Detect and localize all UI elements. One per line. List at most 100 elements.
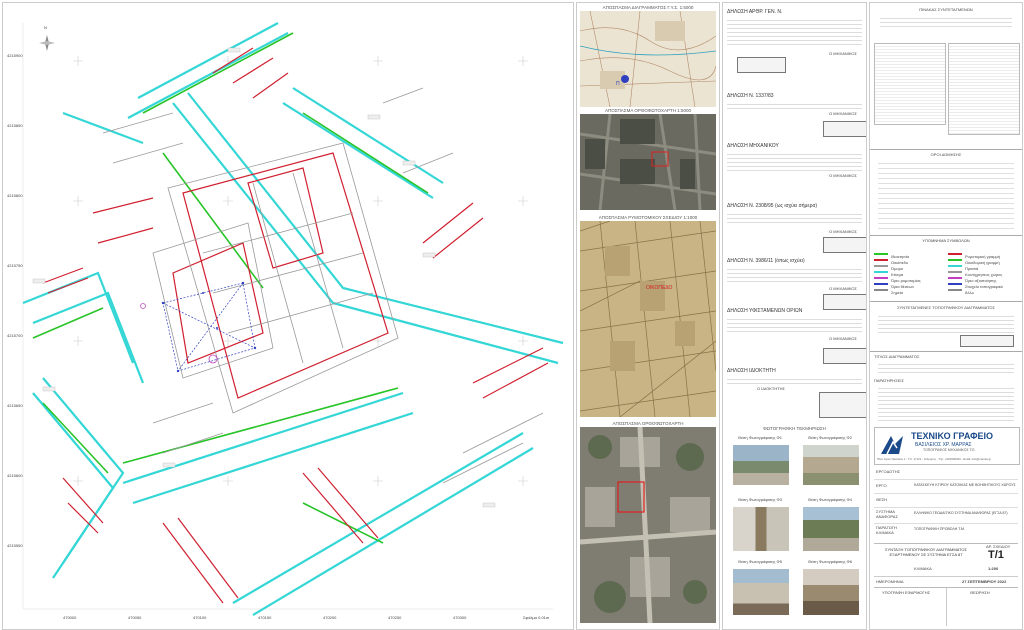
divider [870, 235, 1022, 236]
photo-label: Θέση Φωτογράφισης Φ2 [808, 435, 852, 440]
photo-1[interactable] [733, 445, 789, 485]
divider [874, 523, 1018, 524]
map1-caption: ΑΠΟΣΠΑΣΜΑ ΔΙΑΓΡΑΜΜΑΤΟΣ Γ.Υ.Σ. 1:5000 [602, 5, 694, 10]
photo-5[interactable] [733, 569, 789, 615]
declaration-text [727, 266, 862, 284]
stamp [823, 121, 866, 137]
date-row: ΗΜΕΡΟΜΗΝΙΑ 27 ΣΕΠΤΕΜΒΡΙΟΥ 2022 [874, 576, 1018, 587]
declaration-title: ΔΗΛΩΣΗ ΙΔΙΟΚΤΗΤΗ [727, 368, 776, 374]
building-terms-title: ΟΡΟΙ ΔΟΜΗΣΗΣ [930, 152, 962, 157]
declaration-sign: Ο ΙΔΙΟΚΤΗΤΗΣ [757, 386, 786, 391]
zoning-label: ΟΙΚΟΠΕΔΟ [646, 285, 673, 291]
photo-label: Θέση Φωτογράφισης Φ6 [808, 559, 852, 564]
y-tick: 4215600 [7, 473, 23, 478]
field-label: ΠΑΡΑΓΩΓΗ ΚΛΙΜΑΚΑ [876, 525, 897, 535]
orthophoto-extract[interactable] [580, 114, 716, 210]
firm-logo-icon [879, 434, 905, 456]
drawing-title: ΣΥΝΤΑΞΗ ΤΟΠΟΓΡΑΦΙΚΟΥ ΔΙΑΓΡΑΜΜΑΤΟΣ ΕΞΑΡΤΗ… [885, 547, 967, 557]
scale-row: ΚΛΙΜΑΚΑ 1:200 [874, 565, 1018, 575]
study-text [878, 361, 1014, 373]
declaration-text [727, 316, 862, 334]
photo-4[interactable] [803, 507, 859, 551]
declaration-title: ΔΗΛΩΣΗ Ν. 3986/11 (όπως ισχύει) [727, 258, 805, 264]
divider [870, 351, 1022, 352]
plan-bottom-note: Σφάλμα 0.01m [523, 615, 550, 620]
x-tick: 470200 [323, 615, 337, 620]
title-fields: ΕΡΓΟΔΟΤΗΣ ΕΡΓΟ ΚΑΤΑΣΚΕΥΗ ΚΤΙΡΙΟΥ ΚΑΤΟΙΚΙ… [874, 465, 1018, 545]
declaration-sign: Ο ΜΗΧΑΝΙΚΟΣ [829, 173, 857, 178]
divider [874, 493, 1018, 494]
coordinates-table-left [874, 43, 946, 125]
field-value: ΕΛΛΗΝΙΚΟ ΓΕΩΔΑΙΤΙΚΟ ΣΥΣΤΗΜΑ ΑΝΑΦΟΡΑΣ (ΕΓ… [914, 511, 1008, 515]
remarks-title: ΠΑΡΑΤΗΡΗΣΕΙΣ [874, 378, 904, 383]
map3-caption: ΑΠΟΣΠΑΣΜΑ ΡΥΜΟΤΟΜΙΚΟΥ ΣΧΕΔΙΟΥ 1:1000 [598, 215, 698, 220]
declaration-title: ΔΗΛΩΣΗ Ν. 1337/83 [727, 93, 774, 99]
building-terms-text [878, 159, 1014, 229]
map2-caption: ΑΠΟΣΠΑΣΜΑ ΟΡΘΟΦΩΤΟΧΑΡΤΗ 1:5000 [605, 108, 691, 113]
stamp [823, 348, 866, 364]
coordinates-subtitle [880, 15, 1012, 29]
field-label: ΣΥΣΤΗΜΑ ΑΝΑΦΟΡΑΣ [876, 509, 898, 519]
y-tick: 4215850 [7, 123, 23, 128]
stamp [737, 57, 786, 73]
stamp [823, 237, 866, 253]
photo-label: Θέση Φωτογράφισης Φ3 [738, 497, 782, 502]
date-value: 27 ΣΕΠΤΕΜΒΡΙΟΥ 2022 [962, 579, 1007, 584]
y-tick: 4215700 [7, 333, 23, 338]
signature-left-label: ΥΠΟΓΡΑΦΗ ΕΦΑΡΜΟΓΗΣ [882, 590, 931, 595]
field-label: ΘΕΣΗ [876, 497, 888, 502]
declaration-block: ΔΗΛΩΣΗ ΙΔΙΟΚΤΗΤΗ Ο ΙΔΙΟΚΤΗΤΗΣ [727, 368, 866, 423]
legend: Ιδιοκτησία Οικόπεδο Όμορο Κτίσμα Όριο ρυ… [874, 245, 1018, 295]
photo-3[interactable] [733, 507, 789, 551]
y-tick: 4215650 [7, 403, 23, 408]
y-tick: 4215900 [7, 53, 23, 58]
maps-column: ΑΠΟΣΠΑΣΜΑ ΔΙΑΓΡΑΜΜΑΤΟΣ Γ.Υ.Σ. 1:5000 Π Α… [576, 2, 720, 630]
north-label: N [44, 25, 47, 30]
signature-row: ΥΠΟΓΡΑΦΗ ΕΦΑΡΜΟΓΗΣ ΘΕΩΡΗΣΗ [874, 587, 1018, 626]
declaration-sign: Ο ΜΗΧΑΝΙΚΟΣ [829, 111, 857, 116]
firm-address: Πλατ.Αγίου Νικολάου 1 - Τ.Κ. 17122 - Ν.Σ… [877, 457, 992, 461]
field-value: ΤΟΠΟΓΡΑΦΙΚΗ ΠΡΟΒΟΛΗ Τ.Μ. [914, 527, 965, 531]
drawing-title-box: ΣΥΝΤΑΞΗ ΤΟΠΟΓΡΑΦΙΚΟΥ ΔΙΑΓΡΑΜΜΑΤΟΣ ΕΞΑΡΤΗ… [874, 543, 1018, 566]
declaration-text [727, 151, 862, 173]
legend-title: ΥΠΟΜΝΗΜΑ ΣΥΜΒΟΛΩΝ [922, 238, 970, 243]
firm-role: ΤΟΠΟΓΡΑΦΟΣ ΜΗΧΑΝΙΚΟΣ Τ.Ε. [923, 448, 976, 452]
declaration-block: ΔΗΛΩΣΗ Ν. 1337/83 Ο ΜΗΧΑΝΙΚΟΣ [727, 93, 866, 143]
photo-label: Θέση Φωτογράφισης Φ1 [738, 435, 782, 440]
photo-2[interactable] [803, 445, 859, 485]
photo-6[interactable] [803, 569, 859, 615]
declaration-sign: Ο ΜΗΧΑΝΙΚΟΣ [829, 51, 857, 56]
plan-drawing [22, 22, 564, 616]
photo-grid: Θέση Φωτογράφισης Φ1 Θέση Φωτογράφισης Φ… [729, 435, 861, 625]
satellite-extract[interactable] [580, 427, 716, 623]
field-label: ΕΡΓΟ [876, 483, 887, 488]
declaration-text [727, 211, 862, 225]
sheet-number: Τ/1 [988, 549, 1004, 561]
bottom-coordinate-ticks: 470000 470050 470100 470150 470200 47025… [63, 615, 543, 623]
declaration-text [727, 376, 862, 384]
y-tick: 4215750 [7, 263, 23, 268]
title-block-column: ΠΙΝΑΚΑΣ ΣΥΝΤΕΤΑΓΜΕΝΩΝ ΟΡΟΙ ΔΟΜΗΣΗΣ ΥΠΟΜΝ… [869, 2, 1023, 630]
coordinate-section-text [878, 313, 1014, 333]
photo-label: Θέση Φωτογράφισης Φ5 [738, 559, 782, 564]
x-tick: 470050 [128, 615, 142, 620]
north-arrow-icon [39, 35, 55, 51]
x-tick: 470000 [63, 615, 77, 620]
divider [874, 507, 1018, 508]
x-tick: 470150 [258, 615, 272, 620]
field-value: ΚΑΤΑΣΚΕΥΗ ΚΤΙΡΙΟΥ ΚΑΤΟΙΚΙΑΣ ΜΕ ΒΟΗΘΗΤΙΚΟ… [914, 483, 1016, 487]
coordinates-table-right [948, 43, 1020, 135]
date-label: ΗΜΕΡΟΜΗΝΙΑ [876, 579, 904, 584]
declaration-text [727, 101, 862, 111]
stamp [960, 335, 1014, 347]
declaration-block: ΔΗΛΩΣΗ Ν. 3986/11 (όπως ισχύει) Ο ΜΗΧΑΝΙ… [727, 258, 866, 310]
declaration-text [727, 17, 862, 47]
zoning-plan-extract[interactable]: ΟΙΚΟΠΕΔΟ [580, 221, 716, 417]
declaration-title: ΔΗΛΩΣΗ Ν. 2308/95 (ως ισχύει σήμερα) [727, 203, 817, 209]
declaration-title: ΔΗΛΩΣΗ ΥΦΙΣΤΑΜΕΝΩΝ ΟΡΙΩΝ [727, 308, 803, 314]
topographic-map-extract[interactable]: Π [580, 11, 716, 107]
topographic-plan[interactable]: N 4215900 4215850 4215800 4215750 421570… [2, 2, 574, 630]
divider [870, 301, 1022, 302]
field-label: ΕΡΓΟΔΟΤΗΣ [876, 469, 901, 474]
remarks-text [878, 385, 1014, 421]
